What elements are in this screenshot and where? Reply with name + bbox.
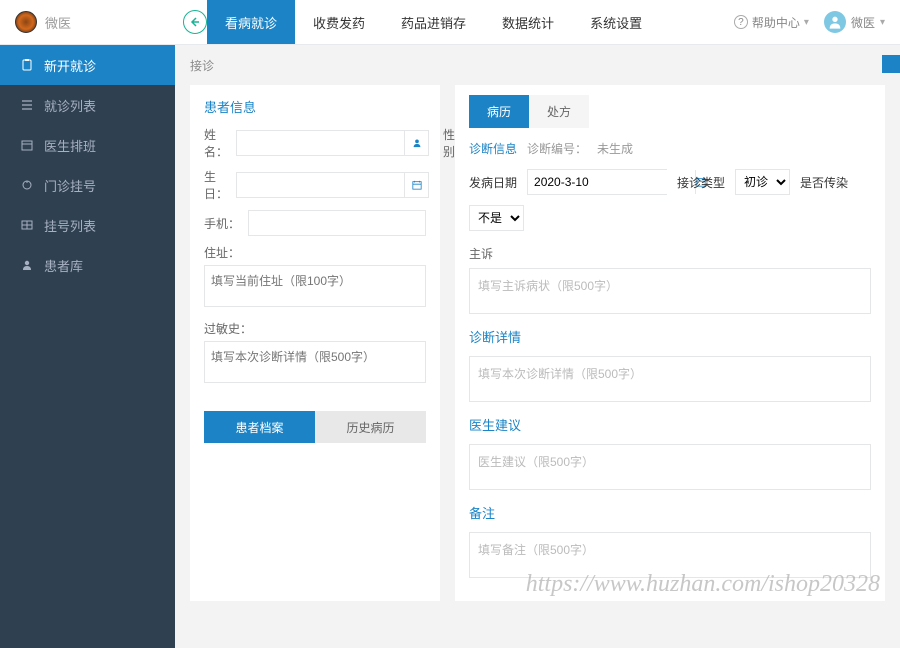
sidebar-item-patient-db[interactable]: 患者库 (0, 245, 175, 285)
calendar-icon[interactable] (404, 173, 428, 197)
sidebar-item-label: 门诊挂号 (44, 176, 96, 195)
birthday-label: 生日： (204, 168, 228, 202)
chief-textarea[interactable] (469, 268, 871, 314)
onset-label: 发病日期 (469, 174, 517, 191)
address-textarea[interactable] (204, 265, 426, 307)
name-label: 姓名： (204, 126, 228, 160)
birthday-input[interactable] (237, 173, 404, 197)
sidebar-item-label: 患者库 (44, 256, 83, 275)
table-icon (20, 219, 34, 231)
type-label: 接诊类型 (677, 174, 725, 191)
row-name-gender: 姓名： 性别： 男 (204, 126, 426, 160)
diag-code-value: 未生成 (597, 140, 633, 157)
chevron-down-icon: ▾ (880, 17, 885, 28)
patient-panel: 患者信息 姓名： 性别： 男 生日： (190, 85, 440, 601)
close-icon[interactable] (882, 55, 900, 73)
user-dropdown[interactable]: 微医 ▾ (824, 11, 885, 33)
user-icon[interactable] (404, 131, 428, 155)
back-icon[interactable] (183, 10, 207, 34)
help-link[interactable]: ? 帮助中心 ▾ (734, 14, 809, 31)
patient-tabs: 患者档案 历史病历 (204, 411, 426, 443)
sidebar-item-register[interactable]: 门诊挂号 (0, 165, 175, 205)
help-icon: ? (734, 15, 748, 29)
clipboard-icon (20, 59, 34, 71)
nav-tab-stats[interactable]: 数据统计 (484, 0, 572, 44)
nav-tab-billing[interactable]: 收费发药 (295, 0, 383, 44)
main: 接诊 患者信息 姓名： 性别： 男 生日： (175, 45, 900, 648)
name-input[interactable] (237, 131, 404, 155)
tab-record[interactable]: 病历 (469, 95, 529, 128)
advice-title: 医生建议 (469, 415, 871, 434)
tab-prescription[interactable]: 处方 (529, 95, 589, 128)
infectious-label: 是否传染 (800, 174, 848, 191)
birthday-input-group (236, 172, 429, 198)
sidebar-item-label: 挂号列表 (44, 216, 96, 235)
onset-date-input[interactable] (528, 170, 695, 194)
allergy-textarea[interactable] (204, 341, 426, 383)
help-label: 帮助中心 (752, 14, 800, 31)
calendar-icon (20, 139, 34, 151)
nav-tab-pharmacy[interactable]: 药品进销存 (383, 0, 484, 44)
detail-title: 诊断详情 (469, 327, 871, 346)
breadcrumb-text: 接诊 (190, 57, 214, 74)
chief-label: 主诉 (469, 245, 871, 262)
row-birthday: 生日： (204, 168, 426, 202)
avatar-icon (824, 11, 846, 33)
content-row: 患者信息 姓名： 性别： 男 生日： (175, 85, 900, 621)
phone-label: 手机： (204, 215, 240, 232)
sidebar-item-visit-list[interactable]: 就诊列表 (0, 85, 175, 125)
top-nav: 看病就诊 收费发药 药品进销存 数据统计 系统设置 (207, 0, 660, 44)
chevron-down-icon: ▾ (804, 17, 809, 28)
allergy-label: 过敏史： (204, 320, 426, 337)
patient-title: 患者信息 (204, 97, 426, 116)
logo-icon (15, 11, 37, 33)
diag-info-label: 诊断信息 (469, 140, 517, 157)
sidebar-item-schedule[interactable]: 医生排班 (0, 125, 175, 165)
diag-code-label: 诊断编号： (527, 140, 587, 157)
header-right: ? 帮助中心 ▾ 微医 ▾ (734, 11, 900, 33)
type-select[interactable]: 初诊 (735, 169, 790, 195)
phone-input[interactable] (248, 210, 426, 236)
tab-history[interactable]: 历史病历 (315, 411, 426, 443)
sidebar-item-new-visit[interactable]: 新开就诊 (0, 45, 175, 85)
diag-info-row: 诊断信息 诊断编号： 未生成 (469, 140, 871, 157)
nav-tab-settings[interactable]: 系统设置 (572, 0, 660, 44)
brand-text: 微医 (45, 13, 71, 32)
name-input-group (236, 130, 429, 156)
list-icon (20, 99, 34, 111)
sidebar-item-label: 新开就诊 (44, 56, 96, 75)
sidebar: 新开就诊 就诊列表 医生排班 门诊挂号 挂号列表 患者库 (0, 45, 175, 648)
breadcrumb: 接诊 (175, 45, 900, 85)
sidebar-item-label: 就诊列表 (44, 96, 96, 115)
tab-archive[interactable]: 患者档案 (204, 411, 315, 443)
logo-area: 微医 (0, 11, 175, 33)
address-label: 住址： (204, 244, 426, 261)
detail-textarea[interactable] (469, 356, 871, 402)
row-phone: 手机： (204, 210, 426, 236)
infectious-select[interactable]: 不是 (469, 205, 524, 231)
sidebar-item-register-list[interactable]: 挂号列表 (0, 205, 175, 245)
sidebar-item-label: 医生排班 (44, 136, 96, 155)
diagnosis-panel: 病历 处方 诊断信息 诊断编号： 未生成 发病日期 接诊类型 初诊 (455, 85, 885, 601)
remark-title: 备注 (469, 503, 871, 522)
remark-textarea[interactable] (469, 532, 871, 578)
nav-tab-consult[interactable]: 看病就诊 (207, 0, 295, 44)
diagnosis-tabs: 病历 处方 (469, 95, 871, 128)
advice-textarea[interactable] (469, 444, 871, 490)
user-name: 微医 (851, 14, 875, 31)
user-icon (20, 259, 34, 271)
onset-date-group (527, 169, 667, 195)
header: 微医 看病就诊 收费发药 药品进销存 数据统计 系统设置 ? 帮助中心 ▾ 微医… (0, 0, 900, 45)
diag-params-row: 发病日期 接诊类型 初诊 是否传染 不是 (469, 169, 871, 231)
stethoscope-icon (20, 179, 34, 191)
